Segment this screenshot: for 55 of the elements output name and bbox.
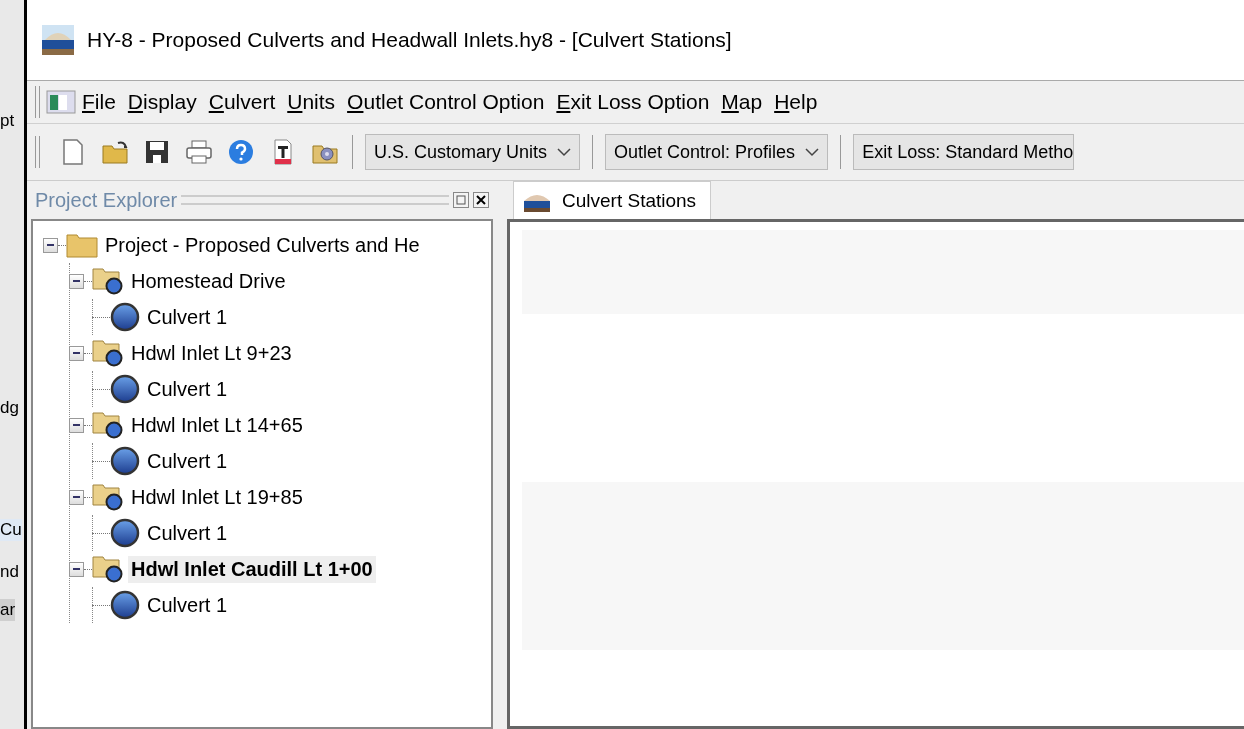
- culvert-icon: [110, 590, 140, 620]
- grip-lines[interactable]: [181, 195, 449, 205]
- text-fragment: pt: [0, 110, 15, 132]
- printer-icon[interactable]: [184, 137, 214, 167]
- help-icon[interactable]: [226, 137, 256, 167]
- folder-icon: [66, 232, 98, 258]
- tree-item[interactable]: Project - Proposed Culverts and He: [102, 231, 423, 259]
- panel-title: Project Explorer: [35, 188, 178, 212]
- folder-circle-icon: [92, 555, 124, 583]
- culvert-icon: [110, 518, 140, 548]
- text-fragment: dg: [0, 397, 19, 419]
- menu-item[interactable]: Outlet Control Option: [341, 90, 551, 114]
- tree-item[interactable]: Hdwl Inlet Lt 9+23: [128, 339, 295, 367]
- document-icon[interactable]: [46, 90, 76, 114]
- menu-item[interactable]: Map: [715, 90, 769, 114]
- tree-item[interactable]: Culvert 1: [144, 303, 231, 331]
- menu-item[interactable]: File: [76, 90, 122, 114]
- window-title: HY-8 - Proposed Culverts and Headwall Inlets.hy8 - [Culvert Stations]: [87, 28, 732, 52]
- menu-item[interactable]: Culvert: [202, 90, 282, 114]
- folder-circle-icon: [92, 267, 124, 295]
- dropdown[interactable]: Outlet Control: Profiles: [605, 134, 829, 170]
- tree-item[interactable]: Homestead Drive: [128, 267, 289, 295]
- culvert-icon: [110, 446, 140, 476]
- tree-item[interactable]: Hdwl Inlet Caudill Lt 1+00: [128, 555, 376, 583]
- folder-circle-icon: [92, 339, 124, 367]
- app-icon: [41, 24, 75, 56]
- chevron-down-icon: [805, 147, 820, 157]
- tree-item[interactable]: Culvert 1: [144, 519, 231, 547]
- culvert-icon: [110, 302, 140, 332]
- collapse-toggle[interactable]: [69, 273, 84, 289]
- document-tab[interactable]: Culvert Stations: [513, 181, 712, 219]
- folder-circle-icon: [92, 483, 124, 511]
- dropdown[interactable]: Exit Loss: Standard Metho: [853, 134, 1075, 170]
- menu-item[interactable]: Units: [281, 90, 342, 114]
- text-fragment: ar: [0, 599, 16, 621]
- collapse-toggle[interactable]: [69, 345, 84, 361]
- tree-item[interactable]: Hdwl Inlet Lt 19+85: [128, 483, 306, 511]
- menu-item[interactable]: Exit Loss Option: [550, 90, 716, 114]
- collapse-toggle[interactable]: [69, 561, 84, 577]
- collapse-toggle[interactable]: [69, 417, 84, 433]
- menu-item[interactable]: Help: [768, 90, 824, 114]
- close-button[interactable]: [473, 192, 489, 208]
- text-fragment: Cu: [0, 519, 22, 541]
- culvert-icon: [110, 374, 140, 404]
- tree-item[interactable]: Hdwl Inlet Lt 14+65: [128, 411, 306, 439]
- tree-item[interactable]: Culvert 1: [144, 375, 231, 403]
- folder-circle-icon: [92, 411, 124, 439]
- chevron-down-icon: [557, 147, 572, 157]
- tree-item[interactable]: Culvert 1: [144, 591, 231, 619]
- dropdown[interactable]: U.S. Customary Units: [365, 134, 581, 170]
- tree-item[interactable]: Culvert 1: [144, 447, 231, 475]
- collapse-toggle[interactable]: [43, 237, 58, 253]
- collapse-toggle[interactable]: [69, 489, 84, 505]
- menu-item[interactable]: Display: [121, 90, 203, 114]
- text-fragment: nd: [0, 561, 19, 583]
